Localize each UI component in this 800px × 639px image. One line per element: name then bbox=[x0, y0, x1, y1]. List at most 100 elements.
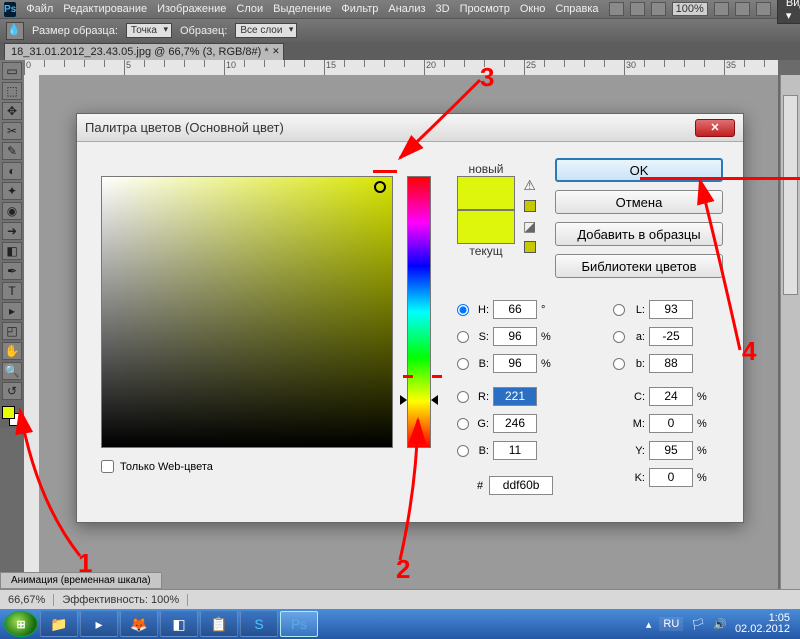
menu-3d[interactable]: 3D bbox=[436, 3, 450, 15]
tool-type[interactable]: T bbox=[2, 282, 22, 300]
gamut-warning-icon[interactable]: ⚠ bbox=[523, 177, 536, 194]
scrollbar-thumb[interactable] bbox=[783, 95, 798, 295]
tool-eyedropper[interactable]: ✎ bbox=[2, 142, 22, 160]
field-r[interactable]: 221 bbox=[493, 387, 537, 406]
annotation-underline bbox=[432, 375, 442, 378]
workspace-selector[interactable]: Видео ▾ bbox=[777, 0, 800, 24]
websafe-warning-icon[interactable]: ◪ bbox=[523, 218, 536, 235]
field-g[interactable]: 246 bbox=[493, 414, 537, 433]
gamut-swatch[interactable] bbox=[524, 200, 536, 212]
web-colors-checkbox[interactable] bbox=[101, 460, 114, 473]
radio-h[interactable] bbox=[457, 304, 469, 316]
radio-r[interactable] bbox=[457, 391, 469, 403]
field-hex[interactable]: ddf60b bbox=[489, 476, 553, 495]
tool-pen[interactable]: ▸ bbox=[2, 302, 22, 320]
tool-lasso[interactable]: ✥ bbox=[2, 102, 22, 120]
menu-layers[interactable]: Слои bbox=[236, 3, 263, 15]
clock[interactable]: 1:05 02.02.2012 bbox=[735, 613, 790, 635]
tool-zoom[interactable]: 🔍 bbox=[2, 362, 22, 380]
taskbar-app-icon[interactable]: 📋 bbox=[200, 611, 238, 637]
field-k[interactable]: 0 bbox=[649, 468, 693, 487]
radio-s[interactable] bbox=[457, 331, 469, 343]
taskbar-media-icon[interactable]: ▸ bbox=[80, 611, 118, 637]
animation-panel-tab[interactable]: Анимация (временная шкала) bbox=[0, 572, 162, 589]
menu-image[interactable]: Изображение bbox=[157, 3, 226, 15]
menu-view[interactable]: Просмотр bbox=[460, 3, 510, 15]
document-tab[interactable]: 18_31.01.2012_23.43.05.jpg @ 66,7% (3, R… bbox=[4, 43, 284, 60]
sample-dropdown[interactable]: Все слои bbox=[235, 23, 297, 38]
menu-file[interactable]: Файл bbox=[26, 3, 53, 15]
field-s[interactable]: 96 bbox=[493, 327, 537, 346]
tool-shape[interactable]: ◰ bbox=[2, 322, 22, 340]
fg-color-swatch[interactable] bbox=[2, 406, 15, 419]
fg-bg-swatch[interactable] bbox=[2, 406, 22, 426]
field-m[interactable]: 0 bbox=[649, 414, 693, 433]
radio-bb[interactable] bbox=[457, 445, 469, 457]
photoshop-window: Ps Файл Редактирование Изображение Слои … bbox=[0, 0, 800, 609]
field-c[interactable]: 24 bbox=[649, 387, 693, 406]
field-lb[interactable]: 88 bbox=[649, 354, 693, 373]
hue-slider[interactable] bbox=[407, 176, 431, 448]
status-zoom[interactable]: 66,67% bbox=[0, 594, 54, 606]
tool-marquee[interactable]: ⬚ bbox=[2, 82, 22, 100]
field-b[interactable]: 96 bbox=[493, 354, 537, 373]
scrollbar-vertical[interactable] bbox=[780, 75, 800, 589]
field-bb[interactable]: 11 bbox=[493, 441, 537, 460]
radio-g[interactable] bbox=[457, 418, 469, 430]
tool-stamp[interactable]: ◉ bbox=[2, 202, 22, 220]
add-swatch-button[interactable]: Добавить в образцы bbox=[555, 222, 723, 246]
sample-size-dropdown[interactable]: Точка bbox=[126, 23, 172, 38]
dialog-titlebar[interactable]: Палитра цветов (Основной цвет) ✕ bbox=[77, 114, 743, 142]
tool-crop[interactable]: ✂ bbox=[2, 122, 22, 140]
menu-tool-icon[interactable] bbox=[651, 2, 666, 16]
field-y[interactable]: 95 bbox=[649, 441, 693, 460]
color-cursor[interactable] bbox=[374, 181, 386, 193]
radio-a[interactable] bbox=[613, 331, 625, 343]
language-indicator[interactable]: RU bbox=[659, 617, 683, 631]
zoom-level[interactable]: 100% bbox=[672, 2, 708, 16]
taskbar-firefox-icon[interactable]: 🦊 bbox=[120, 611, 158, 637]
tool-brush[interactable]: ✦ bbox=[2, 182, 22, 200]
radio-l[interactable] bbox=[613, 304, 625, 316]
tray-icon[interactable]: 🏳 bbox=[691, 618, 705, 631]
tool-history[interactable]: ➜ bbox=[2, 222, 22, 240]
menu-help[interactable]: Справка bbox=[555, 3, 598, 15]
dialog-title: Палитра цветов (Основной цвет) bbox=[85, 120, 284, 135]
menu-tool-icon[interactable] bbox=[735, 2, 750, 16]
menu-select[interactable]: Выделение bbox=[273, 3, 331, 15]
tool-eraser[interactable]: ◧ bbox=[2, 242, 22, 260]
taskbar-photoshop-icon[interactable]: Ps bbox=[280, 611, 318, 637]
tool-heal[interactable]: ◐ bbox=[2, 162, 22, 180]
close-tab-icon[interactable]: ✕ bbox=[272, 46, 280, 57]
menu-tool-icon[interactable] bbox=[609, 2, 624, 16]
radio-b[interactable] bbox=[457, 358, 469, 370]
tray-icon[interactable]: ▴ bbox=[646, 618, 652, 631]
field-l[interactable]: 93 bbox=[649, 300, 693, 319]
tool-hand[interactable]: ✋ bbox=[2, 342, 22, 360]
field-a[interactable]: -25 bbox=[649, 327, 693, 346]
menu-window[interactable]: Окно bbox=[520, 3, 546, 15]
cancel-button[interactable]: Отмена bbox=[555, 190, 723, 214]
menu-analysis[interactable]: Анализ bbox=[388, 3, 425, 15]
tool-rotate[interactable]: ↺ bbox=[2, 382, 22, 400]
field-h[interactable]: 66 bbox=[493, 300, 537, 319]
tray-icon[interactable]: 🔊 bbox=[713, 618, 727, 631]
taskbar-app-icon[interactable]: ◧ bbox=[160, 611, 198, 637]
current-color-swatch[interactable] bbox=[457, 210, 515, 244]
radio-lb[interactable] bbox=[613, 358, 625, 370]
tool-move[interactable]: ▭ bbox=[2, 62, 22, 80]
menu-tool-icon[interactable] bbox=[714, 2, 729, 16]
saturation-value-field[interactable] bbox=[101, 176, 393, 448]
taskbar-explorer-icon[interactable]: 📁 bbox=[40, 611, 78, 637]
menu-tool-icon[interactable] bbox=[630, 2, 645, 16]
start-button[interactable]: ⊞ bbox=[4, 611, 38, 637]
tool-gradient[interactable]: ✒ bbox=[2, 262, 22, 280]
close-button[interactable]: ✕ bbox=[695, 119, 735, 137]
menu-edit[interactable]: Редактирование bbox=[63, 3, 147, 15]
eyedropper-icon[interactable]: 💧 bbox=[6, 22, 24, 40]
menu-filter[interactable]: Фильтр bbox=[341, 3, 378, 15]
menu-tool-icon[interactable] bbox=[756, 2, 771, 16]
color-libraries-button[interactable]: Библиотеки цветов bbox=[555, 254, 723, 278]
websafe-swatch[interactable] bbox=[524, 241, 536, 253]
taskbar-skype-icon[interactable]: S bbox=[240, 611, 278, 637]
